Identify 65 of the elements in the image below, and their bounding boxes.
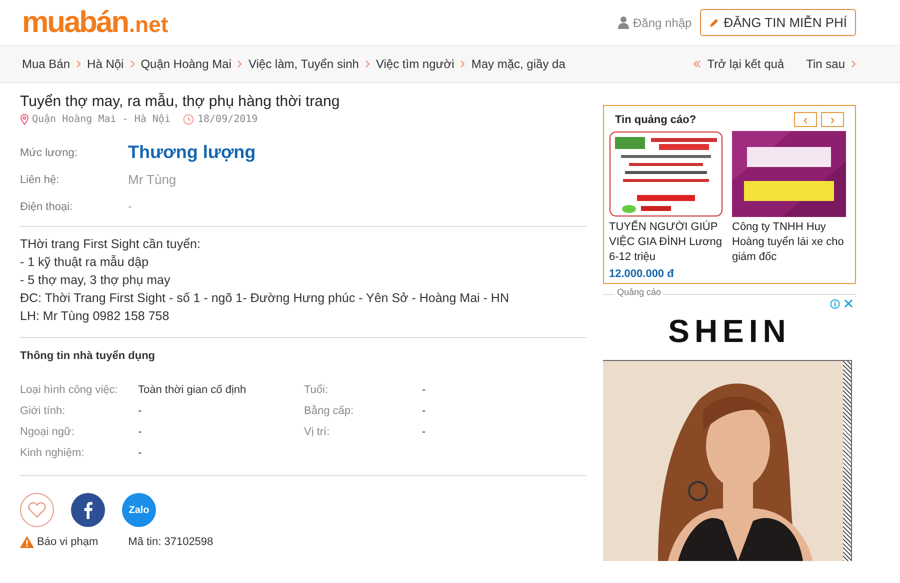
breadcrumb-link[interactable]: Việc làm, Tuyển sinh [248,57,359,71]
ad-title[interactable]: TUYỂN NGƯỜI GIÚP VIỆC GIA ĐÌNH Lương 6-12 triệu [609,220,724,265]
facebook-icon [83,501,93,519]
info-label: Vị trí: [304,426,331,438]
ad-price: 12.000.000 đ [609,268,675,280]
info-value: Toàn thời gian cố định [138,384,248,396]
description-line: THời trang First Sight cần tuyển: [20,236,202,253]
report-link[interactable]: Báo vi phạm [20,536,98,548]
heart-icon [28,502,46,518]
double-chevron-left-icon [693,60,702,68]
listing-id: Mã tin: 37102598 [128,536,214,548]
date-text: 18/09/2019 [197,114,258,125]
info-value: - [138,447,143,459]
breadcrumb-link[interactable]: May mặc, giầy da [471,57,566,71]
info-label: Bằng cấp: [304,405,355,417]
breadcrumb-link[interactable]: Quận Hoàng Mai [140,57,232,71]
chevron-right-icon [76,60,82,68]
chevron-right-icon [237,60,242,68]
listing-title: Tuyển thợ may, ra mẫu, thợ phụ hàng thời trang [20,93,341,110]
back-to-results-link[interactable]: Trở lại kết quả [693,57,784,71]
breadcrumb-link[interactable]: Hà Nội [87,57,124,71]
info-value: - [422,426,427,438]
user-icon [618,16,629,29]
info-value: - [138,426,143,438]
salary-value: Thương lượng [128,142,256,163]
warning-icon [20,536,34,548]
chevron-right-icon [364,60,370,68]
ad-label: Quảng cáo [615,287,664,297]
ad-title[interactable]: Công ty TNHH Huy Hoàng tuyển lái xe cho giám đốc [732,220,847,265]
brand-logo: SHEIN [667,313,792,350]
info-label: Giới tính: [20,405,66,417]
chevron-right-icon [851,60,856,68]
field-label: Mức lương: [20,146,78,158]
ads-title: Tin quảng cáo? [615,114,696,126]
info-value: - [422,405,427,417]
close-icon[interactable] [844,299,853,308]
employer-heading: Thông tin nhà tuyển dụng [20,350,156,362]
field-value: Mr Tùng [128,172,176,187]
breadcrumb-link[interactable]: Việc tìm người [376,57,454,71]
location-pin-icon [20,114,29,125]
breadcrumb-link[interactable]: Mua Bán [22,57,70,71]
description-line: LH: Mr Tùng 0982 158 758 [20,308,170,325]
field-label: Điện thoại: [20,200,74,212]
post-free-button[interactable]: ĐĂNG TIN MIỄN PHÍ [700,9,856,36]
next-listing-link[interactable]: Tin sau [806,57,856,71]
favorite-button[interactable] [20,493,54,527]
info-label: Ngoại ngữ: [20,426,76,438]
info-value: - [422,384,427,396]
login-link[interactable]: Đăng nhập [618,16,692,30]
chevron-right-icon [460,60,466,68]
facebook-share-button[interactable] [71,493,105,527]
description-line: ĐC: Thời Trang First Sight - số 1 - ngõ 1- Đường Hưng phúc - Yên Sở - Hoàng Mai - HN [20,290,510,307]
info-value: - [138,405,143,417]
description-line: - 5 thợ may, 3 thợ phụ may [20,272,172,289]
field-label: Liên hệ: [20,174,60,186]
clock-icon [183,114,194,125]
info-label: Tuổi: [304,384,330,396]
location-text: Quận Hoàng Mai - Hà Nội [32,114,170,125]
chevron-right-icon [130,60,135,68]
field-value: - [128,200,132,212]
info-label: Kinh nghiệm: [20,447,86,459]
pencil-icon [708,18,719,28]
description-line: - 1 kỹ thuật ra mẫu dập [20,254,150,271]
info-label: Loại hình công việc: [20,384,119,396]
info-icon[interactable] [830,299,840,309]
